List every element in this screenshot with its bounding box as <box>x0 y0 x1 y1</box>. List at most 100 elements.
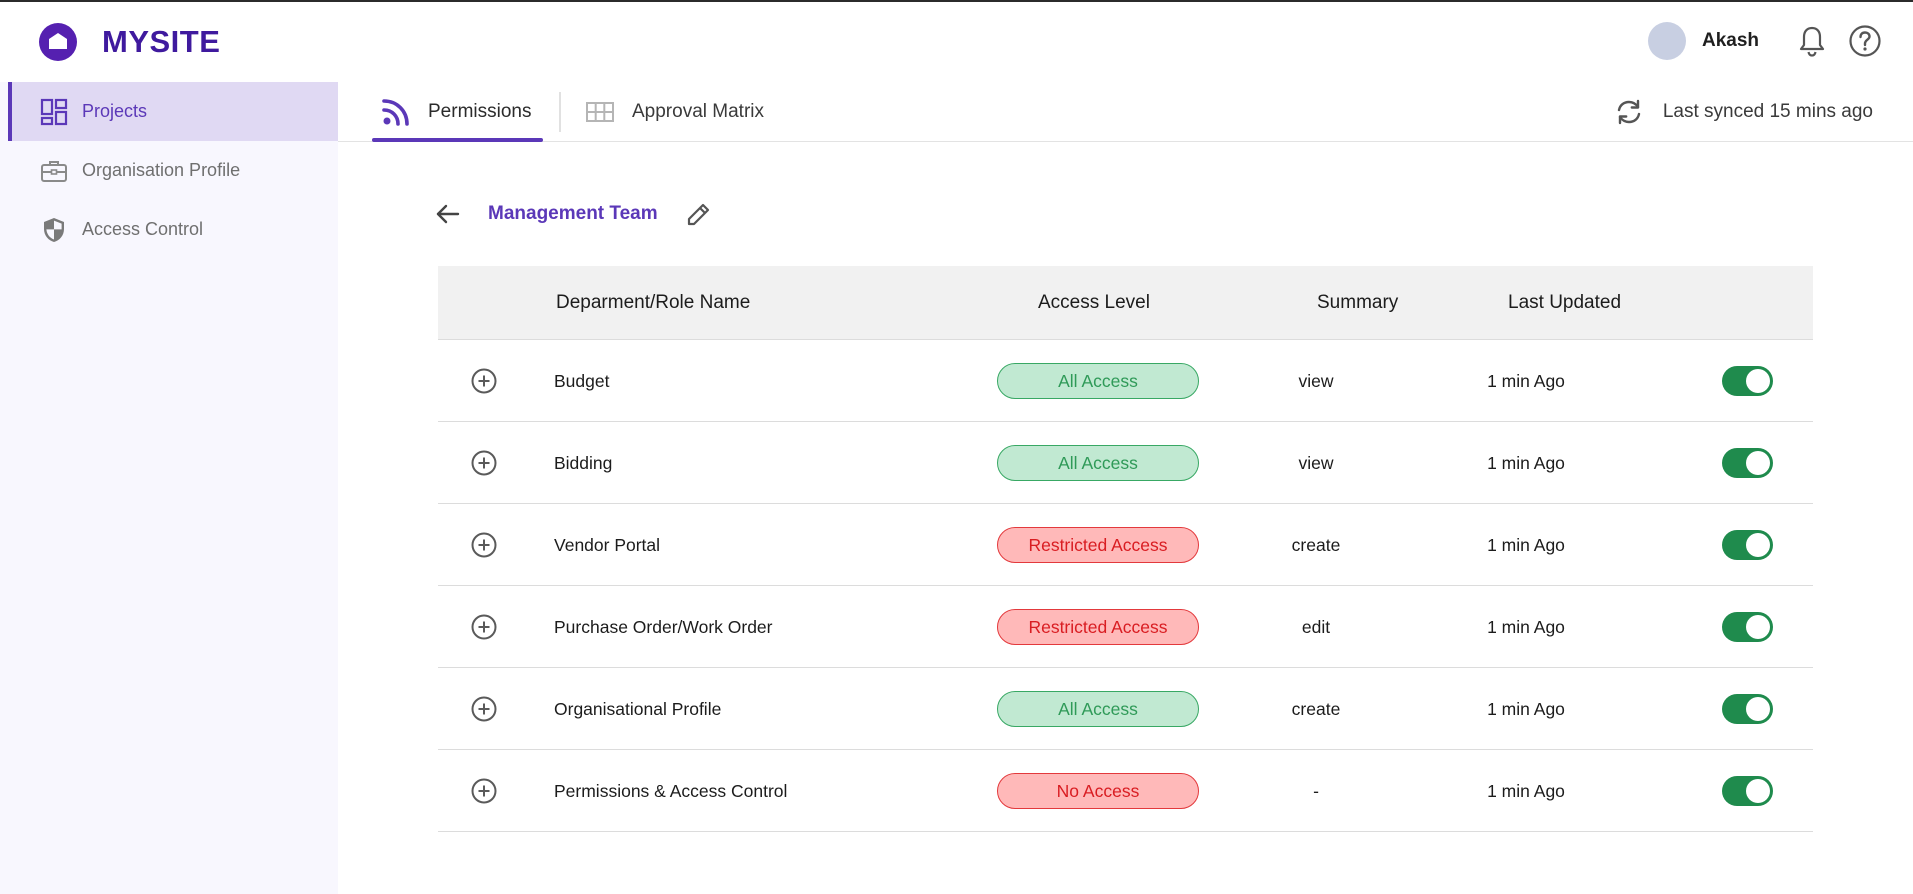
plus-circle-icon[interactable] <box>470 367 498 395</box>
enable-toggle[interactable] <box>1722 776 1773 806</box>
access-level-badge: All Access <box>997 445 1199 481</box>
expand-cell <box>470 504 498 586</box>
tab-label: Approval Matrix <box>632 101 764 122</box>
expand-cell <box>470 422 498 504</box>
plus-circle-icon[interactable] <box>470 777 498 805</box>
plus-circle-icon[interactable] <box>470 531 498 559</box>
toggle-cell <box>1722 586 1773 668</box>
column-header-access[interactable]: Access Level <box>1038 266 1150 340</box>
table-row: Purchase Order/Work Order Restricted Acc… <box>438 586 1813 668</box>
arrow-left-icon[interactable] <box>432 198 464 230</box>
column-header-name[interactable]: Deparment/Role Name <box>556 266 750 340</box>
toggle-knob <box>1746 451 1770 475</box>
bell-icon[interactable] <box>1797 24 1827 58</box>
page-title: Management Team <box>488 203 658 224</box>
rss-icon <box>382 99 409 126</box>
last-updated: 1 min Ago <box>1487 452 1565 473</box>
toggle-knob <box>1746 697 1770 721</box>
summary: create <box>1291 534 1341 555</box>
avatar[interactable] <box>1648 22 1686 60</box>
home-logo-icon <box>39 23 77 61</box>
access-level-badge: All Access <box>997 691 1199 727</box>
role-name: Budget <box>554 370 610 391</box>
expand-cell <box>470 586 498 668</box>
briefcase-icon <box>40 157 68 185</box>
column-header-updated[interactable]: Last Updated <box>1508 266 1621 340</box>
sidebar: Projects Organisation Profile Access Con… <box>0 82 338 894</box>
access-cell: No Access <box>997 750 1199 832</box>
enable-toggle[interactable] <box>1722 612 1773 642</box>
table-row: Organisational Profile All Access create… <box>438 668 1813 750</box>
access-cell: Restricted Access <box>997 504 1199 586</box>
tab-approval-matrix[interactable]: Approval Matrix <box>584 82 764 142</box>
role-name: Purchase Order/Work Order <box>554 616 773 637</box>
tab-label: Permissions <box>428 101 532 122</box>
last-updated: 1 min Ago <box>1487 780 1565 801</box>
toggle-knob <box>1746 615 1770 639</box>
last-updated: 1 min Ago <box>1487 370 1565 391</box>
plus-circle-icon[interactable] <box>470 449 498 477</box>
table-body: Budget All Access view 1 min Ago Bidding… <box>438 340 1813 832</box>
brand-name: MYSITE <box>102 24 221 59</box>
expand-cell <box>470 340 498 422</box>
help-icon[interactable] <box>1848 24 1882 58</box>
enable-toggle[interactable] <box>1722 448 1773 478</box>
sidebar-item-label: Organisation Profile <box>82 160 241 180</box>
toggle-cell <box>1722 750 1773 832</box>
sync-status[interactable]: Last synced 15 mins ago <box>1613 82 1873 142</box>
toggle-knob <box>1746 533 1770 557</box>
dashboard-icon <box>40 98 68 126</box>
access-cell: All Access <box>997 668 1199 750</box>
table-header: Deparment/Role Name Access Level Summary… <box>438 266 1813 340</box>
access-level-badge: All Access <box>997 363 1199 399</box>
access-cell: All Access <box>997 340 1199 422</box>
summary: edit <box>1301 616 1331 637</box>
access-cell: Restricted Access <box>997 586 1199 668</box>
pencil-icon[interactable] <box>684 199 714 229</box>
top-header: MYSITE Akash <box>0 2 1913 82</box>
user-menu[interactable]: Akash <box>1648 22 1759 60</box>
sidebar-item-access-control[interactable]: Access Control <box>8 200 338 259</box>
enable-toggle[interactable] <box>1722 694 1773 724</box>
sync-label: Last synced 15 mins ago <box>1662 101 1873 122</box>
table-row: Vendor Portal Restricted Access create 1… <box>438 504 1813 586</box>
expand-cell <box>470 750 498 832</box>
permissions-table: Deparment/Role Name Access Level Summary… <box>438 266 1813 832</box>
enable-toggle[interactable] <box>1722 366 1773 396</box>
toggle-cell <box>1722 422 1773 504</box>
access-level-badge: Restricted Access <box>997 527 1199 563</box>
user-name: Akash <box>1702 30 1760 51</box>
tab-bar: Permissions Approval Matrix Last synced … <box>338 82 1913 142</box>
role-name: Bidding <box>554 452 613 473</box>
sync-icon <box>1617 99 1641 125</box>
toggle-cell <box>1722 668 1773 750</box>
tab-permissions[interactable]: Permissions <box>372 82 543 142</box>
site-logo[interactable]: MYSITE <box>38 22 220 62</box>
table-row: Budget All Access view 1 min Ago <box>438 340 1813 422</box>
role-name: Permissions & Access Control <box>554 780 788 801</box>
sidebar-item-projects[interactable]: Projects <box>8 82 338 141</box>
last-updated: 1 min Ago <box>1487 616 1565 637</box>
shield-icon <box>40 216 68 244</box>
plus-circle-icon[interactable] <box>470 695 498 723</box>
table-row: Bidding All Access view 1 min Ago <box>438 422 1813 504</box>
expand-cell <box>470 668 498 750</box>
table-row: Permissions & Access Control No Access -… <box>438 750 1813 832</box>
plus-circle-icon[interactable] <box>470 613 498 641</box>
summary: view <box>1298 370 1334 391</box>
tab-divider <box>559 92 561 132</box>
access-cell: All Access <box>997 422 1199 504</box>
access-level-badge: No Access <box>997 773 1199 809</box>
summary: - <box>1313 780 1319 801</box>
sidebar-item-label: Projects <box>82 101 148 121</box>
toggle-cell <box>1722 340 1773 422</box>
last-updated: 1 min Ago <box>1487 698 1565 719</box>
toggle-cell <box>1722 504 1773 586</box>
role-name: Organisational Profile <box>554 698 722 719</box>
summary: view <box>1298 452 1334 473</box>
column-header-summary[interactable]: Summary <box>1317 266 1398 340</box>
role-name: Vendor Portal <box>554 534 661 555</box>
page-header: Management Team <box>432 196 714 232</box>
sidebar-item-organisation-profile[interactable]: Organisation Profile <box>8 141 338 200</box>
enable-toggle[interactable] <box>1722 530 1773 560</box>
